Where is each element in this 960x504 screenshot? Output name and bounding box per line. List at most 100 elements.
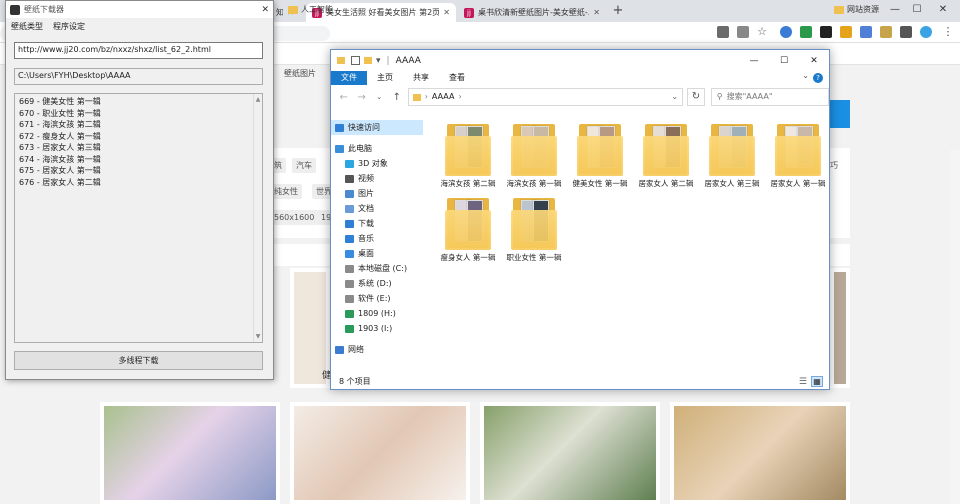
menu-item-settings[interactable]: 程序设定 bbox=[53, 21, 85, 32]
details-view-icon[interactable]: ☰ bbox=[799, 377, 807, 387]
sidebar-item[interactable]: 1809 (H:) bbox=[331, 306, 423, 321]
close-icon[interactable]: ✕ bbox=[443, 8, 450, 17]
folder-item[interactable]: 海滨女孩 第一辑 bbox=[503, 122, 565, 189]
search-button[interactable] bbox=[830, 100, 850, 128]
list-item[interactable]: 676 - 居家女人 第二辑 bbox=[19, 177, 258, 189]
sidebar-item[interactable]: 下载 bbox=[331, 216, 423, 231]
close-button[interactable]: ✕ bbox=[934, 4, 952, 15]
album-list[interactable]: 669 - 健美女性 第一辑 670 - 职业女性 第一辑 671 - 海滨女孩… bbox=[14, 93, 263, 343]
large-icons-view-icon[interactable]: ▦ bbox=[811, 376, 823, 387]
sidebar-item[interactable]: 文档 bbox=[331, 201, 423, 216]
tab-view[interactable]: 查看 bbox=[439, 71, 475, 85]
bookmark-folder[interactable]: 网站资源 bbox=[834, 4, 879, 15]
url-input[interactable]: http://www.jj20.com/bz/nxxz/shxz/list_62… bbox=[14, 42, 263, 59]
tab-file[interactable]: 文件 bbox=[331, 71, 367, 85]
folder-item[interactable]: 居家女人 第二辑 bbox=[635, 122, 697, 189]
filter-chip[interactable]: 汽车 bbox=[292, 158, 316, 173]
translate-icon[interactable] bbox=[860, 26, 872, 38]
forward-icon[interactable]: → bbox=[355, 92, 369, 103]
sidebar-item[interactable]: 本地磁盘 (C:) bbox=[331, 261, 423, 276]
close-button[interactable]: ✕ bbox=[261, 5, 269, 15]
folder-item[interactable]: 居家女人 第一辑 bbox=[767, 122, 829, 189]
sidebar-item[interactable]: 音乐 bbox=[331, 231, 423, 246]
folder-item[interactable]: 居家女人 第三辑 bbox=[701, 122, 763, 189]
sidebar-item[interactable]: 软件 (E:) bbox=[331, 291, 423, 306]
extension-icon[interactable] bbox=[800, 26, 812, 38]
refresh-icon[interactable]: ↻ bbox=[687, 88, 705, 106]
multithread-download-button[interactable]: 多线程下载 bbox=[14, 351, 263, 370]
sidebar-item[interactable]: 系统 (D:) bbox=[331, 276, 423, 291]
photo-card[interactable] bbox=[670, 402, 850, 504]
search-input[interactable]: ⚲ 搜索"AAAA" bbox=[710, 88, 830, 106]
minimize-button[interactable]: — bbox=[886, 4, 904, 15]
extension-icon[interactable] bbox=[820, 26, 832, 38]
more-menu-icon[interactable]: ⋮ bbox=[942, 26, 954, 38]
bookmark-folder[interactable]: 人工智能 bbox=[288, 4, 333, 15]
close-icon[interactable]: ✕ bbox=[593, 8, 600, 17]
sidebar-item[interactable]: 网络 bbox=[331, 342, 423, 357]
sidebar-item[interactable]: 1903 (I:) bbox=[331, 321, 423, 336]
new-folder-icon[interactable] bbox=[364, 57, 372, 64]
sidebar-item[interactable]: 此电脑 bbox=[331, 141, 423, 156]
properties-icon[interactable] bbox=[351, 56, 360, 65]
maximize-button[interactable]: ☐ bbox=[908, 4, 926, 15]
sidebar-item[interactable]: 桌面 bbox=[331, 246, 423, 261]
list-item[interactable]: 675 - 居家女人 第一辑 bbox=[19, 165, 258, 177]
list-item[interactable]: 672 - 瘦身女人 第一辑 bbox=[19, 131, 258, 143]
sidebar-item[interactable]: 3D 对象 bbox=[331, 156, 423, 171]
back-icon[interactable]: ← bbox=[337, 92, 351, 103]
chevron-down-icon[interactable]: ▾ bbox=[376, 56, 381, 66]
chevron-down-icon[interactable]: ⌄ bbox=[372, 93, 386, 101]
folder-item[interactable]: 健美女性 第一辑 bbox=[569, 122, 631, 189]
close-button[interactable]: ✕ bbox=[799, 56, 829, 66]
chevron-down-icon[interactable]: ⌄ bbox=[671, 89, 682, 105]
photo-card[interactable] bbox=[480, 402, 660, 504]
help-icon[interactable]: ? bbox=[813, 73, 823, 83]
minimize-button[interactable]: — bbox=[739, 56, 769, 66]
folder-name: 职业女性 第一辑 bbox=[506, 253, 562, 262]
title-bar: 壁纸下载器 ✕ bbox=[6, 1, 273, 18]
puzzle-icon[interactable] bbox=[900, 26, 912, 38]
document-icon bbox=[345, 204, 354, 213]
tab-share[interactable]: 共享 bbox=[403, 71, 439, 85]
site-nav-item[interactable]: 壁纸图片 bbox=[274, 66, 330, 82]
address-bar[interactable]: › AAAA › ⌄ bbox=[407, 88, 684, 106]
extension-icon[interactable] bbox=[780, 26, 792, 38]
star-icon[interactable]: ☆ bbox=[756, 26, 768, 38]
avatar[interactable] bbox=[920, 26, 932, 38]
photo-card[interactable] bbox=[290, 402, 470, 504]
folder-item[interactable]: 职业女性 第一辑 bbox=[503, 196, 565, 263]
cast-icon[interactable] bbox=[717, 26, 729, 38]
list-item[interactable]: 669 - 健美女性 第一辑 bbox=[19, 96, 258, 108]
extension-icon[interactable] bbox=[880, 26, 892, 38]
scrollbar[interactable]: ▲ ▼ bbox=[253, 94, 262, 342]
extension-icon[interactable] bbox=[840, 26, 852, 38]
filter-chip[interactable]: 560x1600 bbox=[270, 210, 319, 225]
qr-code-icon[interactable] bbox=[737, 26, 749, 38]
browser-tab[interactable]: jj 桌书欣清新壁纸图片-美女壁纸-... ✕ bbox=[458, 3, 606, 22]
list-item[interactable]: 673 - 居家女人 第三辑 bbox=[19, 142, 258, 154]
photo-card[interactable] bbox=[830, 268, 850, 388]
scrollbar[interactable] bbox=[950, 150, 960, 504]
menu-item-wallpaper-type[interactable]: 壁纸类型 bbox=[11, 21, 43, 32]
sidebar-item[interactable]: 快速访问 bbox=[331, 120, 423, 135]
list-item[interactable]: 671 - 海滨女孩 第二辑 bbox=[19, 119, 258, 131]
maximize-button[interactable]: ☐ bbox=[769, 56, 799, 66]
filter-chip[interactable]: 纯女性 bbox=[270, 184, 302, 199]
list-item[interactable]: 670 - 职业女性 第一辑 bbox=[19, 108, 258, 120]
sidebar-item[interactable]: 图片 bbox=[331, 186, 423, 201]
list-item[interactable]: 674 - 海滨女孩 第一辑 bbox=[19, 154, 258, 166]
new-tab-button[interactable]: + bbox=[610, 3, 626, 19]
scroll-up-icon[interactable]: ▲ bbox=[254, 94, 262, 106]
up-icon[interactable]: ↑ bbox=[390, 92, 404, 103]
tab-home[interactable]: 主页 bbox=[367, 71, 403, 85]
breadcrumb[interactable]: AAAA bbox=[432, 89, 455, 105]
sidebar-item-label: 系统 (D:) bbox=[358, 279, 392, 288]
folder-item[interactable]: 瘦身女人 第一辑 bbox=[437, 196, 499, 263]
chevron-down-icon[interactable]: ⌄ bbox=[802, 71, 813, 85]
save-path-field[interactable]: C:\Users\FYH\Desktop\AAAA bbox=[14, 68, 263, 85]
sidebar-item[interactable]: 视频 bbox=[331, 171, 423, 186]
folder-item[interactable]: 海滨女孩 第二辑 bbox=[437, 122, 499, 189]
photo-card[interactable] bbox=[100, 402, 280, 504]
scroll-down-icon[interactable]: ▼ bbox=[254, 331, 262, 343]
